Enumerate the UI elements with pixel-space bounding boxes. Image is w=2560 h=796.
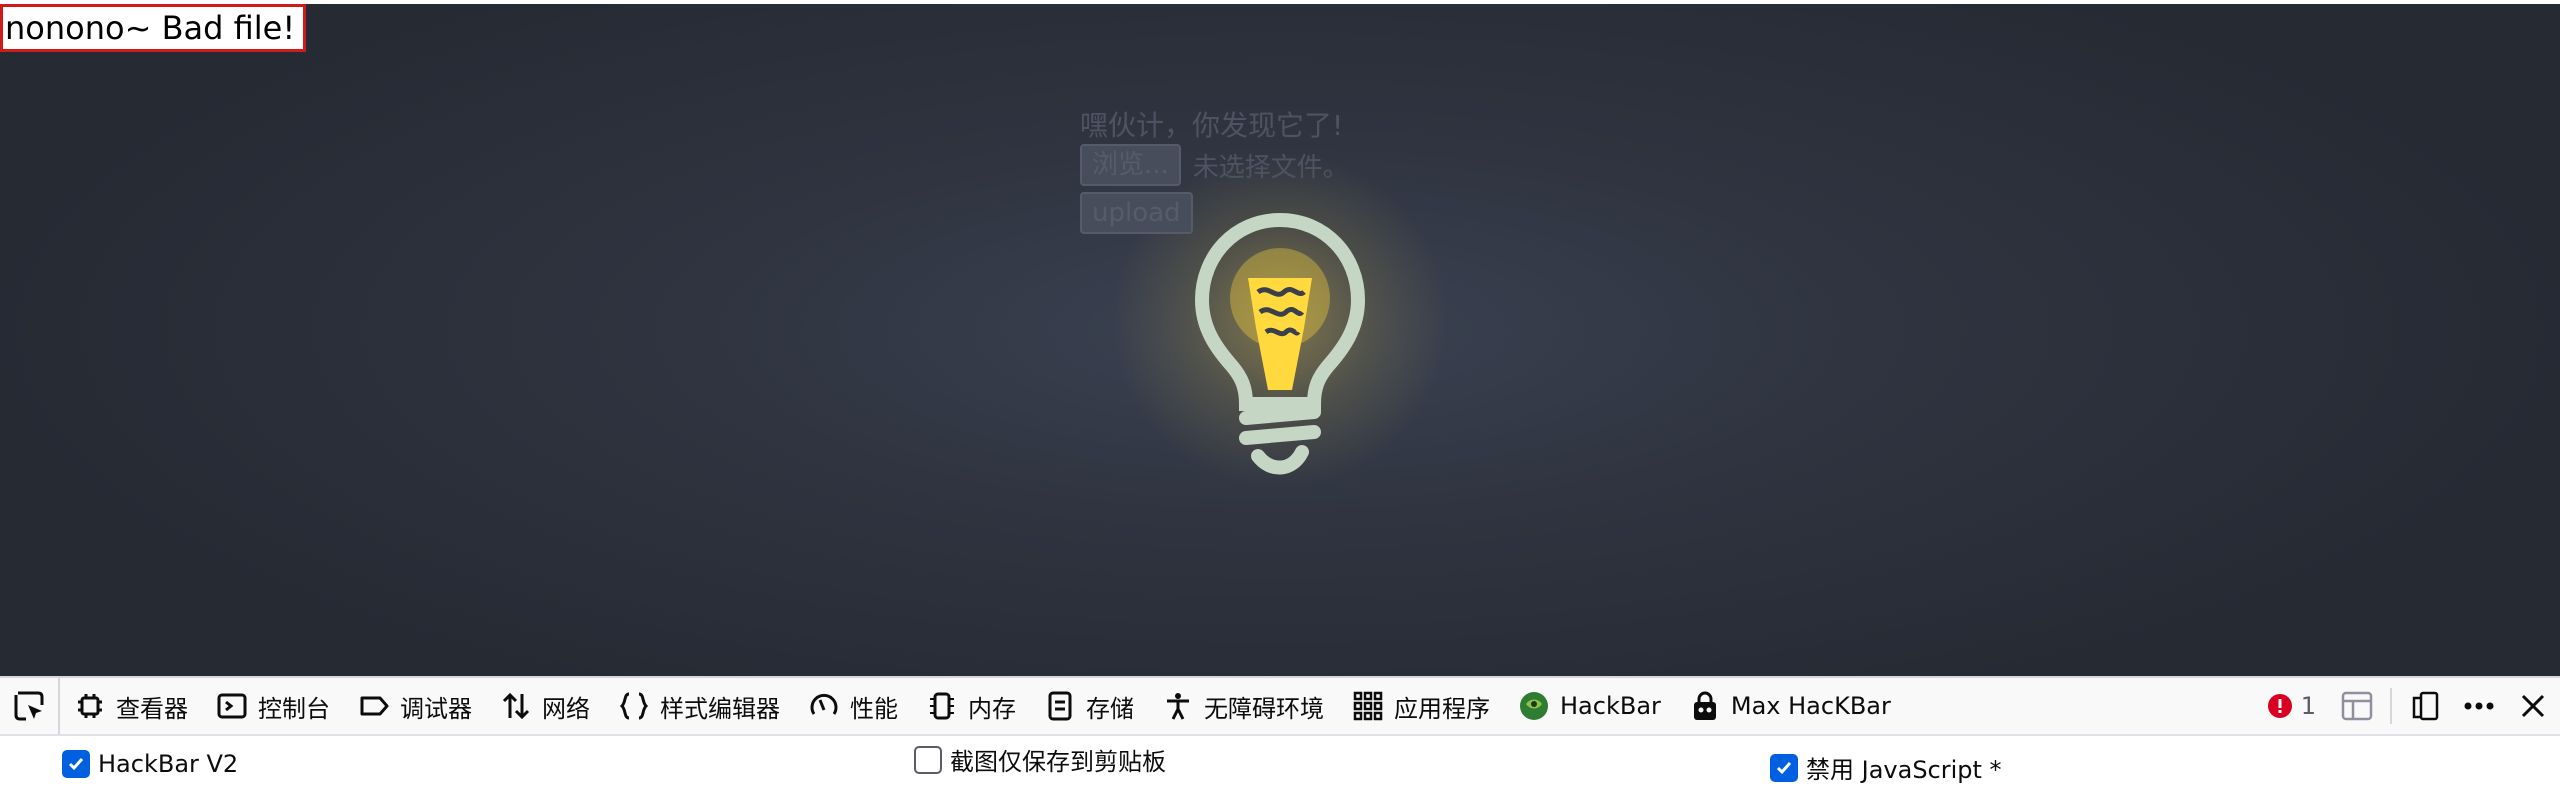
disable-javascript-label: 禁用 JavaScript * — [1806, 756, 2002, 784]
tab-style-editor[interactable]: 样式编辑器 — [604, 678, 794, 734]
memory-icon — [930, 692, 954, 720]
tab-network[interactable]: 网络 — [486, 678, 604, 734]
responsive-design-icon — [2412, 691, 2439, 721]
console-icon — [217, 693, 247, 719]
hint-text: 嘿伙计，你发现它了! — [1080, 109, 1344, 142]
debugger-icon — [360, 696, 389, 716]
tab-label: 性能 — [850, 694, 898, 723]
no-file-selected-text: 未选择文件。 — [1192, 152, 1349, 183]
tab-max-hackbar[interactable]: Max HacKBar — [1675, 678, 1905, 734]
page-viewport: nonono~ Bad file! 嘿伙计，你发现它了! 浏览... 未选择文件… — [0, 0, 2560, 676]
hackbar-v2-option[interactable]: HackBar V2 — [62, 750, 238, 778]
hackbar-icon — [1520, 692, 1548, 720]
file-input[interactable]: 浏览... 未选择文件。 — [1080, 144, 1349, 186]
lightbulb-icon — [1194, 212, 1366, 475]
toolbar-divider — [2390, 688, 2392, 724]
tab-label: Max HacKBar — [1730, 692, 1891, 720]
browse-button[interactable]: 浏览... — [1080, 144, 1181, 186]
tab-label: 无障碍环境 — [1204, 694, 1324, 723]
tab-label: 应用程序 — [1394, 694, 1490, 723]
upload-button[interactable]: upload — [1080, 192, 1193, 234]
tab-label: 调试器 — [400, 694, 472, 723]
accessibility-icon — [1167, 693, 1189, 720]
element-picker-button[interactable] — [0, 678, 60, 734]
tab-hackbar[interactable]: HackBar — [1504, 678, 1675, 734]
responsive-design-button[interactable] — [2398, 678, 2452, 734]
tab-label: 内存 — [968, 694, 1016, 723]
tab-memory[interactable]: 内存 — [912, 678, 1030, 734]
tab-performance[interactable]: 性能 — [794, 678, 912, 734]
error-icon — [2267, 694, 2292, 718]
tab-accessibility[interactable]: 无障碍环境 — [1148, 678, 1338, 734]
element-picker-icon — [14, 691, 44, 721]
max-hackbar-icon — [1693, 691, 1716, 720]
hackbar-v2-checkbox[interactable] — [62, 750, 90, 778]
split-console-button[interactable] — [2330, 678, 2384, 734]
performance-icon — [810, 693, 838, 715]
disable-javascript-checkbox[interactable] — [1770, 753, 1798, 782]
tab-inspector[interactable]: 查看器 — [60, 678, 202, 734]
tab-application[interactable]: 应用程序 — [1338, 678, 1504, 734]
tab-console[interactable]: 控制台 — [202, 678, 344, 734]
disable-javascript-option[interactable]: 禁用 JavaScript * — [1770, 750, 2002, 785]
tab-label: 样式编辑器 — [660, 694, 780, 723]
screenshot-clipboard-checkbox[interactable] — [914, 745, 942, 774]
screenshot-clipboard-label: 截图仅保存到剪贴板 — [950, 748, 1166, 776]
network-icon — [502, 692, 530, 720]
storage-icon — [1048, 691, 1072, 721]
devtools-toolbar: 查看器 控制台 调试器 网络 样式编辑器 性能 内存 存储 无障碍环境 应用程序… — [0, 676, 2560, 736]
error-count: 1 — [2300, 692, 2316, 720]
devtools-settings-row: HackBar V2 截图仅保存到剪贴板 禁用 JavaScript * — [0, 738, 2560, 796]
tab-label: 控制台 — [258, 694, 330, 723]
tab-debugger[interactable]: 调试器 — [344, 678, 486, 734]
toolbar-right-tools: 1 — [2253, 678, 2560, 734]
tab-label: HackBar — [1560, 692, 1661, 720]
bad-file-message: nonono~ Bad file! — [0, 4, 307, 52]
style-editor-icon — [619, 692, 649, 720]
error-count-badge[interactable]: 1 — [2253, 692, 2330, 720]
hackbar-v2-label: HackBar V2 — [98, 750, 239, 778]
split-panel-icon — [2341, 691, 2373, 721]
tab-label: 网络 — [542, 694, 590, 723]
close-devtools-button[interactable] — [2506, 678, 2560, 734]
close-icon — [2521, 694, 2545, 718]
tab-storage[interactable]: 存储 — [1030, 678, 1148, 734]
tab-label: 查看器 — [116, 694, 188, 723]
more-options-icon — [2464, 702, 2494, 710]
more-options-button[interactable] — [2452, 678, 2506, 734]
screenshot-clipboard-option[interactable]: 截图仅保存到剪贴板 — [914, 742, 1166, 777]
checkmark-icon — [68, 758, 84, 771]
checkmark-icon — [1776, 761, 1792, 774]
tab-label: 存储 — [1086, 694, 1134, 723]
inspector-icon — [78, 694, 102, 718]
application-icon — [1353, 691, 1383, 721]
